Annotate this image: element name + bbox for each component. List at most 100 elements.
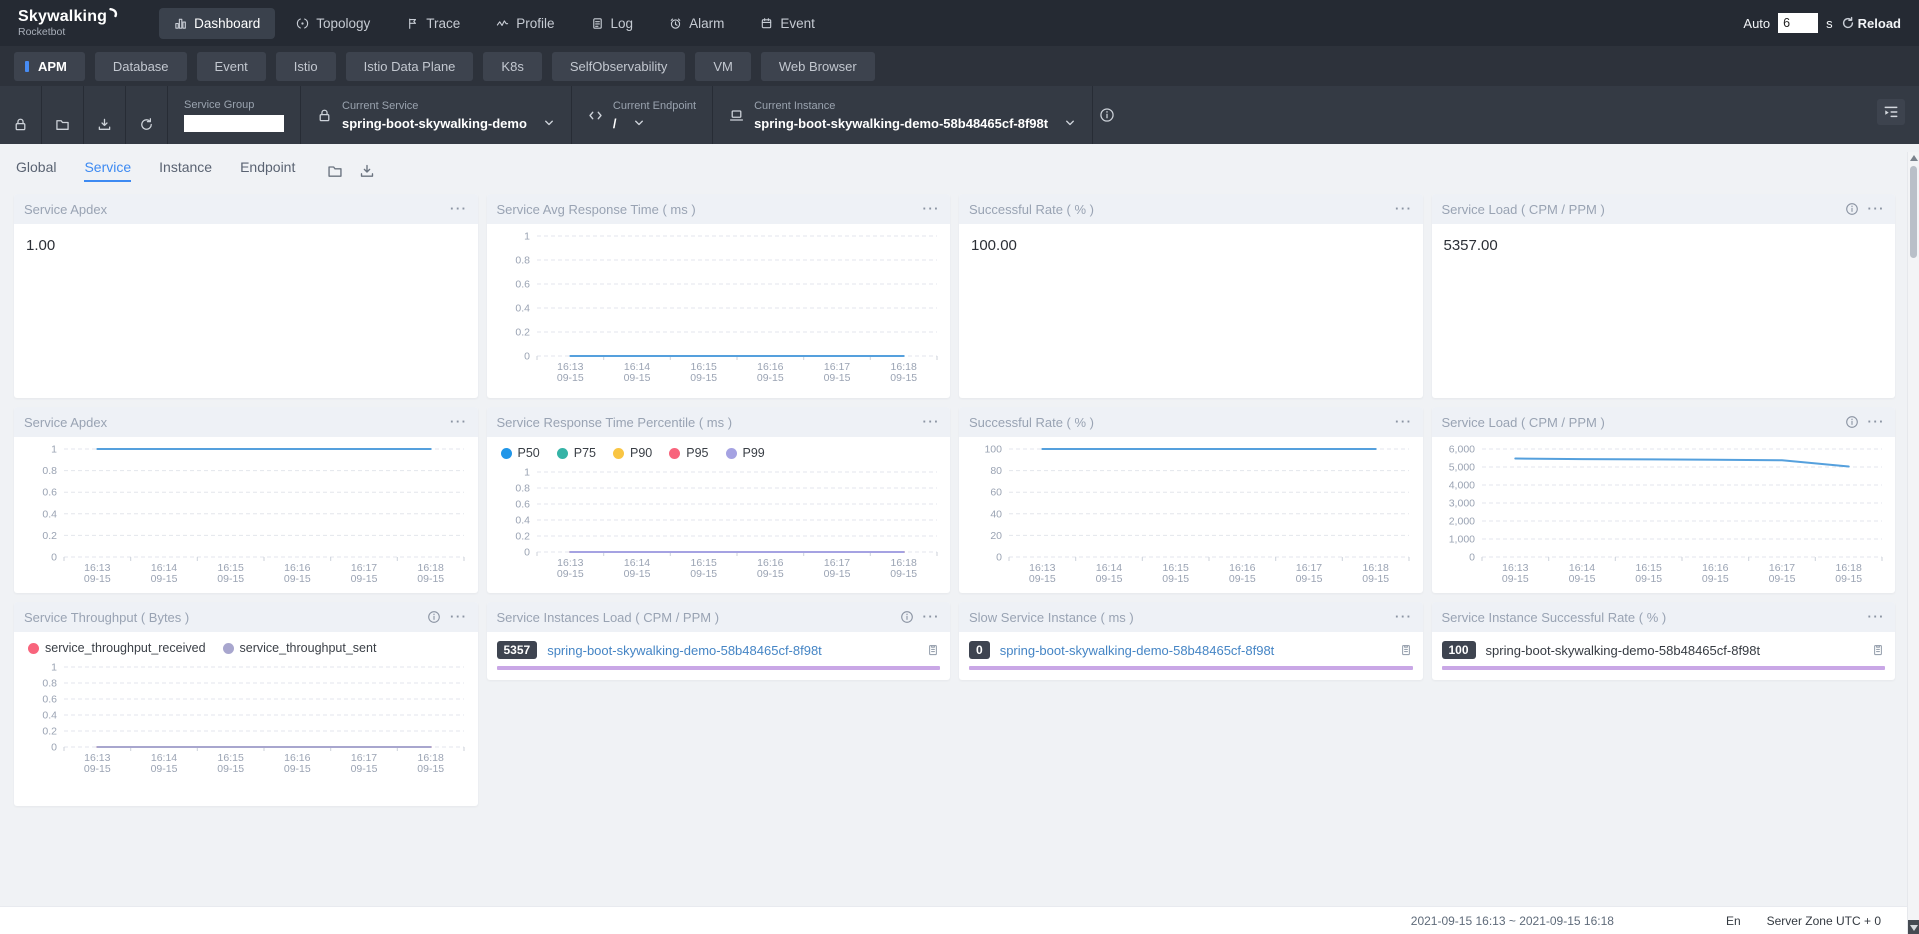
time-range-picker[interactable]: 2021-09-15 16:13 ~ 2021-09-15 16:18 (1411, 914, 1614, 928)
tab-global[interactable]: Global (16, 159, 56, 182)
language-switch[interactable]: En (1726, 914, 1741, 928)
legend-item[interactable]: P99 (726, 446, 765, 460)
panel-menu-button[interactable]: ··· (1868, 417, 1886, 427)
panel-title: Service Avg Response Time ( ms ) (497, 202, 696, 217)
scroll-down-button[interactable] (1908, 920, 1919, 934)
throughput-chart: 00.20.40.60.8116:1309-1516:1409-1516:150… (14, 655, 478, 782)
legend-item[interactable]: P95 (669, 446, 708, 460)
info-icon[interactable] (1845, 415, 1859, 429)
service-apdex-chart: 00.20.40.60.8116:1309-1516:1409-1516:150… (14, 437, 478, 592)
svg-text:0: 0 (996, 552, 1002, 564)
panel-menu-button[interactable]: ··· (923, 612, 941, 622)
legend-item[interactable]: service_throughput_sent (223, 641, 377, 655)
svg-text:0.8: 0.8 (42, 465, 57, 477)
category-selfobservability[interactable]: SelfObservability (552, 52, 686, 81)
nav-item-dashboard[interactable]: Dashboard (159, 8, 275, 39)
copy-button[interactable] (926, 643, 940, 657)
svg-text:1: 1 (51, 662, 57, 674)
nav-item-log[interactable]: Log (576, 8, 649, 39)
legend-item[interactable]: P90 (613, 446, 652, 460)
instance-link[interactable]: spring-boot-skywalking-demo-58b48465cf-8… (1000, 643, 1389, 658)
svg-text:09-15: 09-15 (351, 573, 378, 585)
panel-menu-button[interactable]: ··· (923, 204, 941, 214)
collapse-sidebar-button[interactable] (1877, 99, 1905, 125)
svg-text:09-15: 09-15 (823, 372, 850, 384)
import-template-button[interactable] (42, 86, 84, 144)
legend-item[interactable]: P75 (557, 446, 596, 460)
logo-subtitle: Rocketbot (18, 26, 119, 38)
panel-menu-button[interactable]: ··· (1395, 204, 1413, 214)
category-apm[interactable]: APM (14, 52, 85, 81)
current-endpoint-value: / (613, 116, 617, 131)
topology-icon (296, 17, 309, 30)
event-icon (760, 17, 773, 30)
info-button[interactable] (1099, 107, 1115, 123)
panel-menu-button[interactable]: ··· (450, 612, 468, 622)
instance-link[interactable]: spring-boot-skywalking-demo-58b48465cf-8… (547, 643, 916, 658)
svg-text:09-15: 09-15 (217, 763, 244, 775)
panel-menu-button[interactable]: ··· (1395, 417, 1413, 427)
server-zone-setting[interactable]: Server Zone UTC + 0 (1767, 914, 1881, 928)
legend-item[interactable]: P50 (501, 446, 540, 460)
tab-instance[interactable]: Instance (159, 159, 212, 182)
panel-menu-button[interactable]: ··· (450, 204, 468, 214)
nav-item-topology[interactable]: Topology (281, 8, 385, 39)
folder-icon[interactable] (327, 163, 343, 179)
category-web-browser[interactable]: Web Browser (761, 52, 875, 81)
tab-service[interactable]: Service (84, 159, 131, 182)
panel-menu-button[interactable]: ··· (1395, 612, 1413, 622)
copy-button[interactable] (1871, 643, 1885, 657)
svg-text:09-15: 09-15 (623, 372, 650, 384)
nav-item-label: Trace (426, 16, 460, 31)
scroll-up-button[interactable] (1910, 155, 1918, 161)
panel-menu-button[interactable]: ··· (1868, 204, 1886, 214)
panel-menu-button[interactable]: ··· (450, 417, 468, 427)
category-k8s[interactable]: K8s (483, 52, 541, 81)
category-istio[interactable]: Istio (276, 52, 336, 81)
tab-endpoint[interactable]: Endpoint (240, 159, 295, 182)
download-icon[interactable] (359, 163, 375, 179)
current-instance-selector[interactable]: Current Instance spring-boot-skywalking-… (713, 86, 1093, 144)
category-event[interactable]: Event (197, 52, 266, 81)
legend-item[interactable]: service_throughput_received (28, 641, 206, 655)
svg-text:0.2: 0.2 (515, 327, 530, 339)
svg-text:09-15: 09-15 (1701, 573, 1728, 585)
current-endpoint-selector[interactable]: Current Endpoint / (572, 86, 713, 144)
panel-menu-button[interactable]: ··· (1868, 612, 1886, 622)
nav-item-alarm[interactable]: Alarm (654, 8, 739, 39)
svg-text:09-15: 09-15 (890, 372, 917, 384)
info-icon[interactable] (427, 610, 441, 624)
svg-text:09-15: 09-15 (756, 372, 783, 384)
export-template-button[interactable] (84, 86, 126, 144)
nav-item-label: Dashboard (194, 16, 260, 31)
svg-text:0.2: 0.2 (515, 531, 530, 543)
nav-item-trace[interactable]: Trace (391, 8, 475, 39)
service-group-input[interactable] (184, 115, 284, 132)
nav-item-profile[interactable]: Profile (481, 8, 569, 39)
current-service-selector[interactable]: Current Service spring-boot-skywalking-d… (301, 86, 572, 144)
scrollbar-thumb[interactable] (1910, 166, 1917, 258)
instance-link[interactable]: spring-boot-skywalking-demo-58b48465cf-8… (1486, 643, 1861, 658)
copy-button[interactable] (1399, 643, 1413, 657)
auto-interval-input[interactable] (1778, 13, 1818, 33)
lock-template-button[interactable] (0, 86, 42, 144)
reload-button[interactable]: Reload (1841, 16, 1901, 31)
current-instance-value: spring-boot-skywalking-demo-58b48465cf-8… (754, 116, 1048, 131)
panel-menu-button[interactable]: ··· (923, 417, 941, 427)
info-icon[interactable] (900, 610, 914, 624)
nav-item-event[interactable]: Event (745, 8, 830, 39)
panel-title: Service Load ( CPM / PPM ) (1442, 415, 1605, 430)
chevron-down-icon (1064, 117, 1076, 129)
refresh-template-button[interactable] (126, 86, 168, 144)
info-icon[interactable] (1845, 202, 1859, 216)
svg-text:0.4: 0.4 (515, 515, 530, 527)
panel-title: Service Load ( CPM / PPM ) (1442, 202, 1605, 217)
lock-icon (317, 108, 332, 123)
panel-title: Successful Rate ( % ) (969, 415, 1094, 430)
panel-title: Service Response Time Percentile ( ms ) (497, 415, 733, 430)
svg-text:09-15: 09-15 (417, 573, 444, 585)
category-database[interactable]: Database (95, 52, 187, 81)
category-istio-data-plane[interactable]: Istio Data Plane (346, 52, 474, 81)
svg-text:0.8: 0.8 (42, 678, 57, 690)
category-vm[interactable]: VM (695, 52, 751, 81)
